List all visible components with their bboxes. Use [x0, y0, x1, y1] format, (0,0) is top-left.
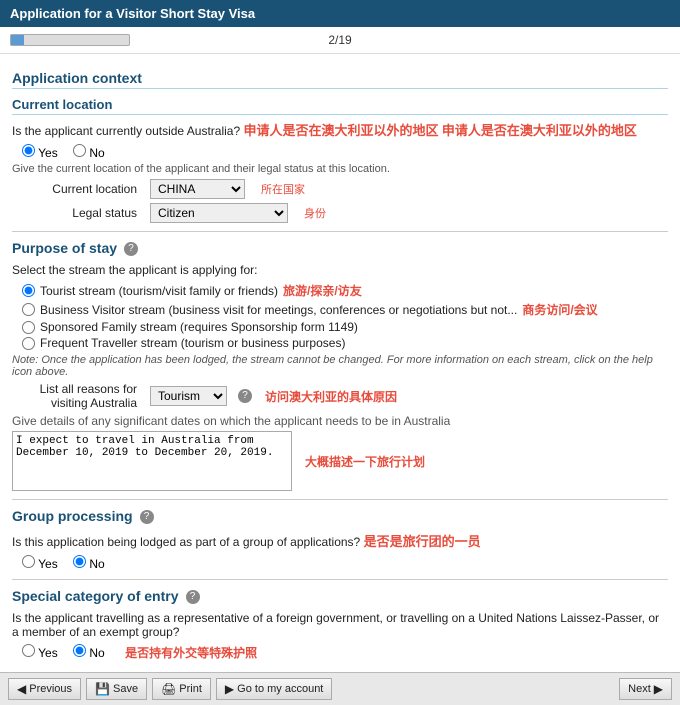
current-location-question-row: Is the applicant currently outside Austr…: [12, 120, 668, 139]
special-yes-radio[interactable]: [22, 644, 35, 657]
app-title: Application for a Visitor Short Stay Vis…: [10, 6, 255, 21]
stream-tourist-label: Tourist stream (tourism/visit family or …: [40, 284, 278, 298]
bottom-bar: ◀ Previous 💾 Save 🖨 Print ▶ Go to my acc…: [0, 672, 680, 705]
legal-status-chinese-label: 身份: [304, 205, 326, 221]
section-purpose-of-stay: Purpose of stay: [12, 240, 117, 258]
next-button[interactable]: Next ▶: [619, 678, 672, 700]
stream-frequent-label: Frequent Traveller stream (tourism or bu…: [40, 336, 345, 350]
group-yes-radio[interactable]: [22, 555, 35, 568]
progress-bar: [10, 34, 130, 46]
next-icon: ▶: [654, 682, 663, 696]
save-label: Save: [113, 683, 138, 695]
legal-status-label: Legal status: [12, 206, 142, 220]
dates-label: Give details of any significant dates on…: [12, 414, 668, 428]
divider-3: [12, 579, 668, 580]
previous-icon: ◀: [17, 682, 26, 696]
section-special-category: Special category of entry: [12, 588, 179, 606]
previous-button[interactable]: ◀ Previous: [8, 678, 81, 700]
group-question-row: Is this application being lodged as part…: [12, 531, 668, 550]
current-location-field-row: Current location CHINA AUSTRALIA OTHER 所…: [12, 179, 668, 199]
legal-status-select[interactable]: Citizen Permanent Resident Temporary Res…: [150, 203, 288, 223]
special-no-label[interactable]: No: [73, 646, 108, 660]
purpose-question: Select the stream the applicant is apply…: [12, 263, 668, 277]
special-yes-label[interactable]: Yes: [22, 646, 61, 660]
special-question: Is the applicant travelling as a represe…: [12, 611, 659, 639]
stream-business-chinese: 商务访问/会议: [522, 301, 597, 318]
account-icon: ▶: [225, 682, 234, 696]
outside-australia-yes-label[interactable]: Yes: [22, 146, 61, 160]
special-radio-group: Yes No 是否持有外交等特殊护照: [22, 644, 668, 661]
stream-sponsored: Sponsored Family stream (requires Sponso…: [22, 320, 668, 334]
go-to-account-label: Go to my account: [237, 683, 323, 695]
stream-sponsored-label: Sponsored Family stream (requires Sponso…: [40, 320, 358, 334]
current-location-select[interactable]: CHINA AUSTRALIA OTHER: [150, 179, 245, 199]
previous-label: Previous: [29, 683, 72, 695]
purpose-tooltip-icon[interactable]: ?: [124, 242, 138, 256]
reason-label: List all reasons for visiting Australia: [12, 382, 142, 410]
group-radio-group: Yes No: [22, 555, 668, 571]
divider-1: [12, 231, 668, 232]
stream-sponsored-radio[interactable]: [22, 321, 35, 334]
special-no-radio[interactable]: [73, 644, 86, 657]
outside-australia-radio-group: Yes No: [22, 144, 668, 160]
outside-australia-no-label[interactable]: No: [73, 146, 105, 160]
outside-australia-no-radio[interactable]: [73, 144, 86, 157]
main-content: Application context Current location Is …: [0, 54, 680, 672]
current-location-question: Is the applicant currently outside Austr…: [12, 124, 240, 138]
page-counter: 2/19: [130, 33, 550, 47]
current-location-label: Current location: [12, 182, 142, 196]
dates-textarea[interactable]: I expect to travel in Australia from Dec…: [12, 431, 292, 491]
group-tooltip-icon[interactable]: ?: [140, 510, 154, 524]
reason-chinese: 访问澳大利亚的具体原因: [265, 388, 397, 405]
section-application-context: Application context: [12, 70, 668, 89]
special-question-row: Is the applicant travelling as a represe…: [12, 611, 668, 639]
current-location-chinese: 申请人是否在澳大利亚以外的地区: [243, 123, 438, 138]
reason-field-row: List all reasons for visiting Australia …: [12, 382, 668, 410]
stream-tourist-radio[interactable]: [22, 284, 35, 297]
group-no-radio[interactable]: [73, 555, 86, 568]
group-yes-label[interactable]: Yes: [22, 557, 61, 571]
legal-status-field-row: Legal status Citizen Permanent Resident …: [12, 203, 668, 223]
print-icon: 🖨: [161, 682, 176, 696]
stream-tourist-chinese: 旅游/探亲/访友: [283, 282, 362, 299]
reason-tooltip-icon[interactable]: ?: [238, 389, 252, 403]
stream-tourist: Tourist stream (tourism/visit family or …: [22, 282, 668, 299]
next-label: Next: [628, 683, 651, 695]
current-location-chinese-label: 所在国家: [261, 181, 305, 197]
current-location-detail: Give the current location of the applica…: [12, 163, 668, 175]
special-tooltip-icon[interactable]: ?: [186, 590, 200, 604]
save-icon: 💾: [95, 682, 110, 696]
special-chinese: 是否持有外交等特殊护照: [125, 646, 257, 660]
print-button[interactable]: 🖨 Print: [152, 678, 211, 700]
outside-australia-yes-radio[interactable]: [22, 144, 35, 157]
dates-chinese: 大概描述一下旅行计划: [305, 453, 425, 470]
stream-frequent: Frequent Traveller stream (tourism or bu…: [22, 336, 668, 350]
stream-options: Tourist stream (tourism/visit family or …: [22, 282, 668, 350]
section-group-processing: Group processing: [12, 508, 133, 526]
group-chinese: 是否是旅行团的一员: [364, 534, 481, 549]
print-label: Print: [179, 683, 202, 695]
stream-note: Note: Once the application has been lodg…: [12, 354, 668, 378]
title-bar: Application for a Visitor Short Stay Vis…: [0, 0, 680, 27]
divider-2: [12, 499, 668, 500]
stream-business: Business Visitor stream (business visit …: [22, 301, 668, 318]
save-button[interactable]: 💾 Save: [86, 678, 147, 700]
stream-business-radio[interactable]: [22, 303, 35, 316]
group-no-label[interactable]: No: [73, 557, 105, 571]
reason-select[interactable]: Tourism Business Family Other: [150, 386, 227, 406]
progress-container: 2/19: [0, 27, 680, 54]
progress-fill: [11, 35, 24, 45]
stream-frequent-radio[interactable]: [22, 337, 35, 350]
go-to-account-button[interactable]: ▶ Go to my account: [216, 678, 332, 700]
section-current-location: Current location: [12, 97, 668, 115]
current-location-chinese-text: 申请人是否在澳大利亚以外的地区: [442, 123, 637, 138]
stream-business-label: Business Visitor stream (business visit …: [40, 303, 517, 317]
group-question: Is this application being lodged as part…: [12, 535, 360, 549]
